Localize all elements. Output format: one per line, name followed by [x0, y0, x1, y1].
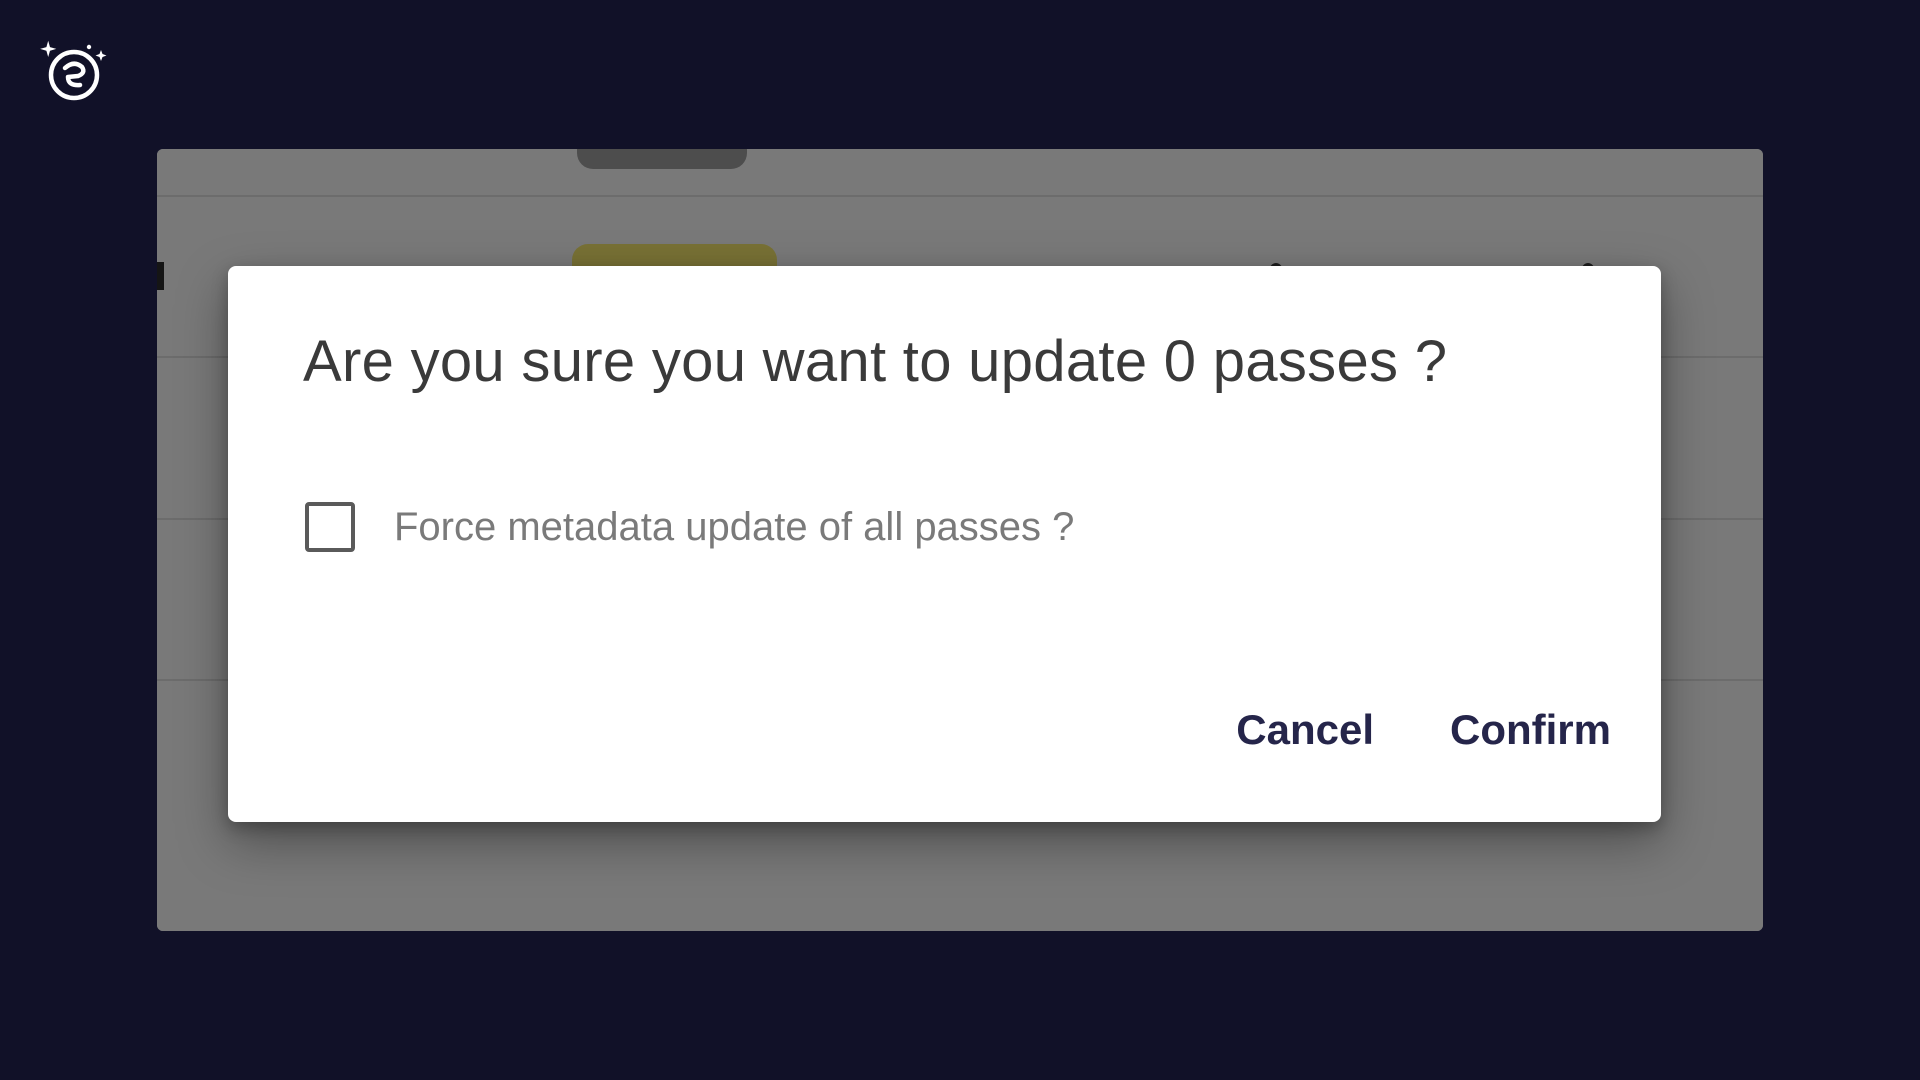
dialog-actions: Cancel Confirm — [1236, 706, 1611, 754]
dialog-title: Are you sure you want to update 0 passes… — [303, 329, 1448, 394]
force-metadata-option[interactable]: Force metadata update of all passes ? — [305, 502, 1074, 552]
cancel-button[interactable]: Cancel — [1236, 706, 1374, 754]
force-metadata-checkbox[interactable] — [305, 502, 355, 552]
confirm-button[interactable]: Confirm — [1450, 706, 1611, 754]
screen: Are you sure you want to update 0 passes… — [0, 0, 1920, 1080]
force-metadata-label: Force metadata update of all passes ? — [394, 504, 1075, 549]
sparkle-e-logo-icon — [38, 38, 110, 104]
confirm-update-dialog: Are you sure you want to update 0 passes… — [228, 266, 1661, 822]
